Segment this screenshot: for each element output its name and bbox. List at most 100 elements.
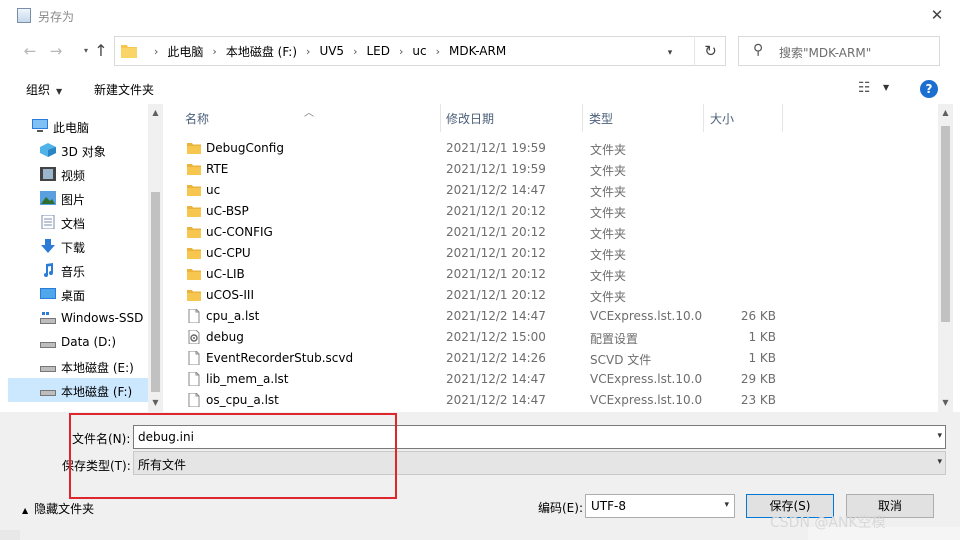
file-row[interactable]: cpu_a.lst 2021/12/2 14:47 VCExpress.lst.10… (163, 306, 938, 327)
organize-menu[interactable]: 组织 ▼ (26, 81, 62, 98)
folder-row[interactable]: uC-BSP 2021/12/1 20:12 文件夹 (163, 201, 938, 222)
file-date: 2021/12/1 19:59 (446, 162, 546, 176)
file-type: 文件夹 (590, 206, 627, 220)
file-row[interactable]: debug 2021/12/2 15:00 配置设置 1 KB (163, 327, 938, 348)
file-type: VCExpress.lst.10.0 (590, 309, 703, 323)
file-date: 2021/12/1 20:12 (446, 267, 546, 281)
watermark: CSDN @ANK空模 (770, 515, 886, 531)
scrollbar-thumb[interactable] (941, 126, 950, 322)
new-folder-button[interactable]: 新建文件夹 (94, 81, 154, 98)
hide-folders-toggle[interactable]: ▲ 隐藏文件夹 (22, 500, 94, 517)
folder-icon (187, 246, 201, 260)
sidebar-scrollbar[interactable]: ▲ ▼ (148, 104, 163, 412)
file-size: 1 KB (748, 330, 776, 344)
file-date: 2021/12/2 14:47 (446, 393, 546, 407)
folder-row[interactable]: uCOS-III 2021/12/1 20:12 文件夹 (163, 285, 938, 306)
sidebar-item-desktop[interactable]: 桌面 (8, 282, 148, 306)
sidebar-item-label: 桌面 (61, 289, 86, 303)
breadcrumb-item[interactable]: MDK-ARM (449, 44, 506, 58)
filename-input[interactable]: debug.ini ▾ (133, 425, 946, 449)
file-row[interactable]: os_cpu_a.lst 2021/12/2 14:47 VCExpress.lst… (163, 390, 938, 411)
column-header-type[interactable]: 类型 (583, 104, 704, 132)
forward-button[interactable]: → (45, 40, 67, 62)
file-type: 文件夹 (590, 164, 627, 178)
sidebar-item-videos[interactable]: 视频 (8, 162, 148, 186)
file-name: DebugConfig (206, 141, 284, 155)
breadcrumb-item[interactable]: 本地磁盘 (F:) (226, 43, 297, 60)
view-options-icon[interactable]: ☷ (858, 80, 871, 96)
file-type: VCExpress.lst.10.0 (590, 372, 703, 386)
breadcrumb-item[interactable]: UV5 (319, 44, 344, 58)
sidebar-item-this-pc[interactable]: 此电脑 (8, 114, 148, 138)
file-name: uC-LIB (206, 267, 245, 281)
chevron-right-icon[interactable]: › (436, 45, 440, 58)
column-header-size[interactable]: 大小 (704, 104, 783, 132)
folder-row[interactable]: uC-CPU 2021/12/1 20:12 文件夹 (163, 243, 938, 264)
folder-row[interactable]: uC-LIB 2021/12/1 20:12 文件夹 (163, 264, 938, 285)
sidebar-item-documents[interactable]: 文档 (8, 210, 148, 234)
breadcrumb-item[interactable]: LED (366, 44, 390, 58)
column-header-date[interactable]: 修改日期 (441, 104, 583, 132)
sidebar-item-music[interactable]: 音乐 (8, 258, 148, 282)
breadcrumb-item[interactable]: 此电脑 (167, 43, 203, 60)
file-name: EventRecorderStub.scvd (206, 351, 354, 365)
sidebar-item-label: 此电脑 (53, 121, 90, 135)
filetype-select[interactable]: 所有文件 ▾ (133, 451, 946, 475)
chevron-right-icon[interactable]: › (353, 45, 357, 58)
sidebar-item-windows-ssd[interactable]: Windows-SSD (8, 306, 148, 330)
sidebar-item-label: 下载 (61, 241, 86, 255)
sidebar-item-3d-objects[interactable]: 3D 对象 (8, 138, 148, 162)
folder-row[interactable]: uc 2021/12/2 14:47 文件夹 (163, 180, 938, 201)
command-bar: 组织 ▼ 新建文件夹 ☷ ▼ ? (0, 74, 960, 104)
file-date: 2021/12/1 20:12 (446, 246, 546, 260)
file-date: 2021/12/2 15:00 (446, 330, 546, 344)
download-icon (41, 239, 55, 253)
chevron-right-icon[interactable]: › (212, 45, 216, 58)
up-button[interactable]: ↑ (90, 40, 112, 62)
scrollbar-thumb[interactable] (151, 192, 160, 392)
chevron-right-icon[interactable]: › (306, 45, 310, 58)
sidebar-item-data-d[interactable]: Data (D:) (8, 330, 148, 354)
sort-ascending-icon: ︿ (304, 108, 314, 119)
back-button[interactable]: ← (19, 40, 41, 62)
chevron-down-icon: ▾ (724, 500, 729, 510)
refresh-button[interactable]: ↻ (694, 36, 726, 66)
breadcrumb-item[interactable]: uc (412, 44, 426, 58)
column-header-name[interactable]: 名称 (163, 104, 441, 132)
file-date: 2021/12/1 20:12 (446, 288, 546, 302)
address-bar[interactable]: › 此电脑 › 本地磁盘 (F:) › UV5 › LED › uc › MDK… (114, 36, 726, 66)
desktop-icon (40, 288, 56, 299)
close-button[interactable]: ✕ (914, 0, 960, 32)
file-name: uC-BSP (206, 204, 249, 218)
file-name: lib_mem_a.lst (206, 372, 289, 386)
filetype-label: 保存类型(T): (62, 459, 131, 473)
search-input[interactable]: ⚲ 搜索"MDK-ARM" (738, 36, 940, 66)
sidebar-item-downloads[interactable]: 下载 (8, 234, 148, 258)
background-window-edge (0, 530, 20, 540)
drive-icon (40, 342, 56, 348)
file-row[interactable]: EventRecorderStub.scvd 2021/12/2 14:26 SCV… (163, 348, 938, 369)
folder-row[interactable]: DebugConfig 2021/12/1 19:59 文件夹 (163, 138, 938, 159)
3d-objects-icon (40, 143, 56, 157)
file-list-scrollbar[interactable]: ▲ ▼ (938, 104, 953, 412)
help-button[interactable]: ? (920, 80, 938, 98)
scroll-up-icon[interactable]: ▲ (148, 108, 163, 117)
sidebar-item-local-disk-e[interactable]: 本地磁盘 (E:) (8, 354, 148, 378)
file-name: RTE (206, 162, 229, 176)
file-icon (187, 308, 201, 324)
scroll-down-icon[interactable]: ▼ (148, 398, 163, 407)
scroll-up-icon[interactable]: ▲ (938, 108, 953, 117)
scroll-down-icon[interactable]: ▼ (938, 398, 953, 407)
chevron-down-icon[interactable]: ▾ (937, 431, 942, 441)
file-row[interactable]: lib_mem_a.lst 2021/12/2 14:47 VCExpress.ls… (163, 369, 938, 390)
folder-row[interactable]: RTE 2021/12/1 19:59 文件夹 (163, 159, 938, 180)
navigation-pane: 此电脑 3D 对象 视频 图片 文档 下载 音乐 桌面 Windows-SSD … (0, 104, 163, 412)
encoding-select[interactable]: UTF-8 ▾ (585, 494, 735, 518)
sidebar-item-local-disk-f[interactable]: 本地磁盘 (F:) (8, 378, 148, 402)
file-icon (187, 392, 201, 408)
address-history-dropdown[interactable]: ▾ (660, 42, 680, 64)
sidebar-item-pictures[interactable]: 图片 (8, 186, 148, 210)
folder-row[interactable]: uC-CONFIG 2021/12/1 20:12 文件夹 (163, 222, 938, 243)
chevron-right-icon[interactable]: › (399, 45, 403, 58)
chevron-down-icon[interactable]: ▼ (883, 83, 889, 92)
